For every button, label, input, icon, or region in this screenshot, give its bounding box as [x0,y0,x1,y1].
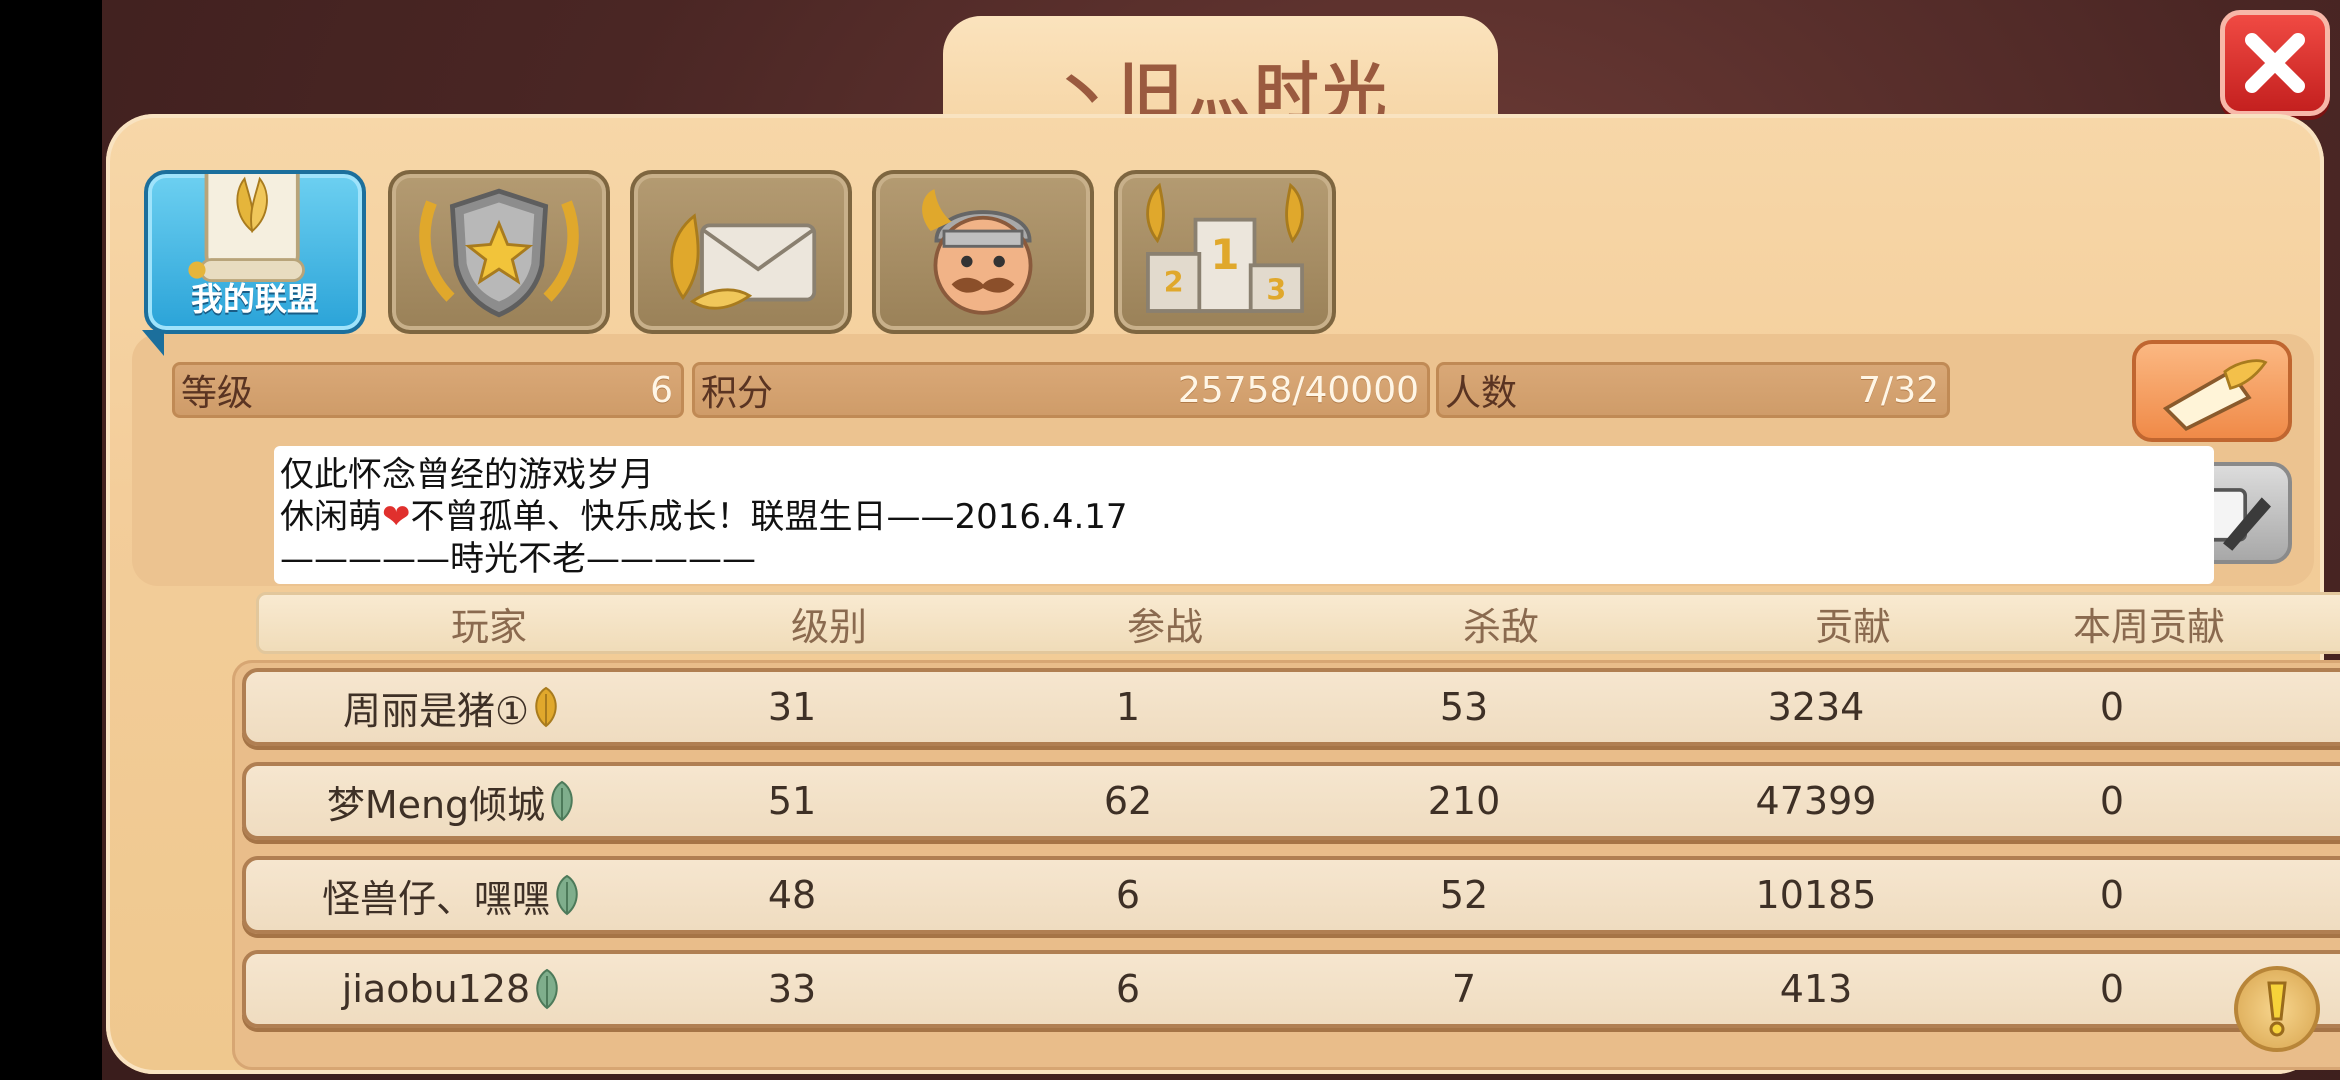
close-button[interactable] [2220,10,2330,116]
header-player: 玩家 [450,604,527,649]
alliance-notice: 仅此怀念曾经的游戏岁月 休闲萌❤不曾孤单、快乐成长！联盟生日——2016.4.1… [274,446,2214,584]
green-leaf-icon [536,968,558,1010]
table-row[interactable]: jiaobu128 33 6 7 413 0 [242,950,2340,1028]
podium-icon: 1 2 3 [1146,182,1304,313]
stat-members: 人数 7/32 [1436,362,1950,418]
member-list[interactable]: 周丽是猪① 31 1 53 3234 0 梦Meng倾城 51 62 210 4… [232,660,2340,1070]
stat-members-value: 7/32 [1858,369,1939,411]
header-weekly-contribution: 本周贡献 [2072,604,2225,649]
close-icon [2245,33,2305,93]
notice-line-1: 仅此怀念曾经的游戏岁月 [280,455,654,495]
header-level: 级别 [790,604,867,649]
tab-alliance-mail[interactable] [630,170,852,334]
player-name: 怪兽仔、嘿嘿 [321,876,550,921]
tab-alliance-podium[interactable]: 1 2 3 [1114,170,1336,334]
kills-cell: 7 [1451,967,1477,1011]
laurel-mail-icon [670,213,817,310]
contribution-cell: 3234 [1767,685,1865,729]
weekly-contribution-cell: 0 [2099,873,2125,917]
player-name-cell: 周丽是猪① [232,672,682,742]
stat-points: 积分 25758/40000 [692,362,1430,418]
heart-icon: ❤ [382,497,411,537]
weekly-contribution-cell: 0 [2099,779,2125,823]
player-name-cell: 怪兽仔、嘿嘿 [232,860,682,930]
battles-cell: 62 [1103,779,1153,823]
player-name-cell: jiaobu128 [232,954,682,1024]
stat-points-label: 积分 [701,373,774,414]
tab-alliance-ranking[interactable] [388,170,610,334]
notice-line-2-start: 休闲萌 [280,497,382,537]
feather-scroll-icon [2162,359,2268,432]
gold-leaf-icon [535,686,557,728]
kills-cell: 53 [1439,685,1489,729]
stat-level-label: 等级 [181,373,254,414]
header-kills: 杀敌 [1462,604,1539,649]
level-cell: 51 [767,779,817,823]
kills-cell: 52 [1439,873,1489,917]
level-cell: 33 [767,967,817,1011]
header-contribution: 贡献 [1814,604,1891,649]
donate-button[interactable] [2132,340,2292,442]
battles-cell: 6 [1115,967,1141,1011]
tab-label: 我的联盟 [190,280,319,318]
stat-points-value: 25758/40000 [1177,369,1419,411]
weekly-contribution-cell: 0 [2099,685,2125,729]
shield-star-icon [419,188,579,318]
stat-members-label: 人数 [1445,373,1518,414]
svg-text:3: 3 [1266,274,1286,307]
member-table-header: 玩家 级别 参战 杀敌 贡献 本周贡献 [256,592,2340,654]
alert-button[interactable] [2234,966,2320,1052]
tab-alliance-members[interactable] [872,170,1094,334]
player-name: 周丽是猪① [342,688,530,733]
stat-level-value: 6 [650,369,673,411]
exclamation-icon [2267,981,2287,1037]
player-name: 梦Meng倾城 [326,782,546,827]
battles-cell: 6 [1115,873,1141,917]
viking-face-icon [922,189,1033,315]
player-name-cell: 梦Meng倾城 [232,766,682,836]
kills-cell: 210 [1427,779,1501,823]
contribution-cell: 413 [1779,967,1853,1011]
green-leaf-icon [556,874,578,916]
contribution-cell: 10185 [1755,873,1877,917]
table-row[interactable]: 周丽是猪① 31 1 53 3234 0 [242,668,2340,746]
player-name: jiaobu128 [341,967,531,1011]
stat-level: 等级 6 [172,362,684,418]
battles-cell: 1 [1115,685,1141,729]
notice-line-2-end: 不曾孤单、快乐成长！联盟生日——2016.4.17 [410,497,1128,537]
level-cell: 31 [767,685,817,729]
level-cell: 48 [767,873,817,917]
table-row[interactable]: 怪兽仔、嘿嘿 48 6 52 10185 0 [242,856,2340,934]
notice-line-3: —————時光不老————— [280,539,756,579]
svg-text:1: 1 [1210,230,1239,279]
notice-line-2: 休闲萌❤不曾孤单、快乐成长！联盟生日——2016.4.17 [280,496,2208,538]
header-battles: 参战 [1126,604,1203,649]
contribution-cell: 47399 [1755,779,1877,823]
game-screen: 丶旧灬时光 我的联盟 1 2 3 等级 6 积分 25758/40000 人数 … [102,0,2340,1080]
table-row[interactable]: 梦Meng倾城 51 62 210 47399 0 [242,762,2340,840]
tab-my-alliance[interactable]: 我的联盟 [142,170,366,356]
weekly-contribution-cell: 0 [2099,967,2125,1011]
green-leaf-icon [551,780,573,822]
svg-text:2: 2 [1164,266,1184,299]
